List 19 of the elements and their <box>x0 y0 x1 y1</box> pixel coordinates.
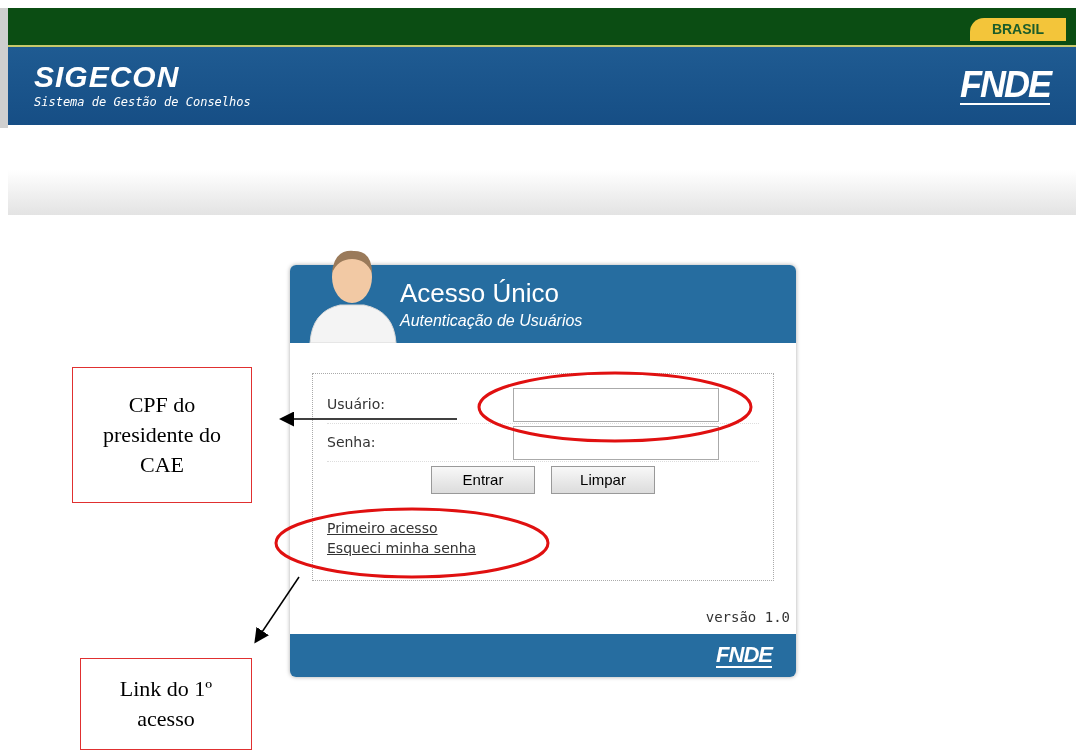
input-field[interactable] <box>513 425 719 460</box>
annotation-text: Link do 1º acesso <box>118 675 214 733</box>
field-label: Usuário: <box>327 395 385 414</box>
input-field[interactable] <box>513 387 719 422</box>
annotation-text: CPF do presidente do CAE <box>102 391 222 479</box>
app-subtitle: Sistema de Gestão de Conselhos <box>34 94 251 111</box>
version-text: versão 1.0 <box>705 608 790 627</box>
link[interactable]: Primeiro acesso <box>327 518 438 538</box>
pointer-arrow <box>254 576 300 644</box>
country-badge: BRASIL <box>969 18 1066 41</box>
app-name: SIGECON <box>34 61 181 93</box>
form-button[interactable]: Limpar <box>551 466 655 494</box>
form-button[interactable]: Entrar <box>431 466 535 494</box>
card-subtitle: Autenticação de Usuários <box>400 311 584 331</box>
link[interactable]: Esqueci minha senha <box>327 538 477 558</box>
logo: FNDE <box>960 67 1050 105</box>
card-title: Acesso Único <box>400 277 560 309</box>
field-label: Senha: <box>327 433 376 452</box>
footer-logo: FNDE <box>716 643 772 668</box>
